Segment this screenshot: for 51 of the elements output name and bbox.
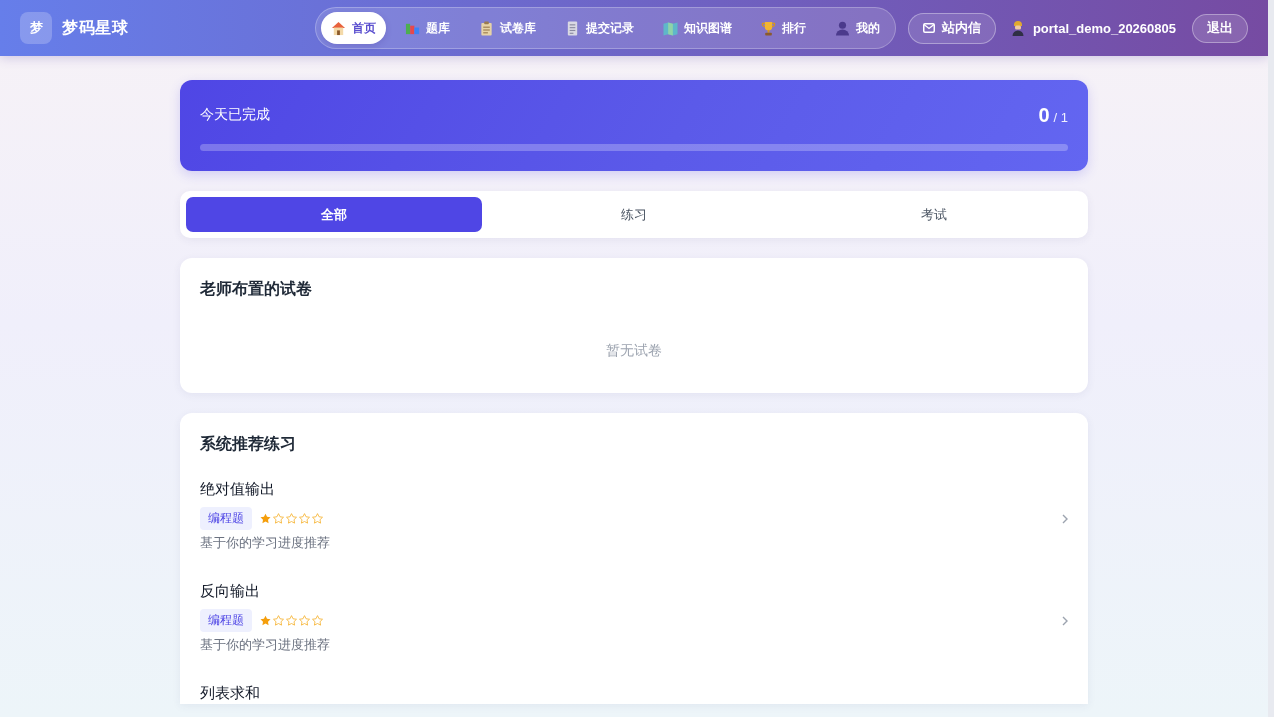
site-name[interactable]: 梦码星球 [62, 17, 128, 39]
recommendation-note: 基于你的学习进度推荐 [200, 636, 331, 654]
map-icon [662, 20, 678, 36]
nav-tab[interactable]: 提交记录 [554, 12, 644, 44]
star-outline-icon [299, 615, 310, 626]
person-icon [834, 20, 850, 36]
filter-tab[interactable]: 全部 [186, 197, 482, 232]
logout-button[interactable]: 退出 [1192, 13, 1248, 43]
type-tag: 编程题 [200, 507, 252, 530]
exercise-title: 绝对值输出 [200, 479, 276, 499]
nav-tab[interactable]: 我的 [824, 12, 890, 44]
star-filled-icon [260, 615, 271, 626]
house-icon [330, 20, 346, 36]
exercise-item[interactable]: 列表求和 [200, 668, 1068, 704]
star-outline-icon [286, 513, 297, 524]
logo-badge[interactable]: 梦 [20, 12, 52, 44]
exercise-title: 列表求和 [200, 683, 261, 703]
person-icon [1011, 20, 1024, 36]
completed-count: 0 [1038, 103, 1050, 127]
total-count: / 1 [1053, 109, 1068, 125]
messages-button[interactable]: 站内信 [907, 12, 996, 44]
chevron-icon [1062, 513, 1068, 524]
scrollbar-track[interactable] [1268, 0, 1274, 717]
nav-tab[interactable]: 试卷库 [468, 12, 546, 44]
trophy-icon [760, 20, 776, 36]
chevron-icon [1062, 615, 1068, 626]
empty-message: 暂无试卷 [605, 341, 663, 360]
star-filled-icon [260, 513, 271, 524]
star-outline-icon [312, 513, 323, 524]
star-outline-icon [286, 615, 297, 626]
nav-tab[interactable]: 排行 [750, 12, 816, 44]
star-outline-icon [312, 615, 323, 626]
star-outline-icon [273, 615, 284, 626]
filter-tab[interactable]: 考试 [786, 197, 1082, 232]
exercise-item[interactable]: 绝对值输出 编程题 基于你的学习进度推荐 [200, 464, 1068, 566]
star-outline-icon [299, 513, 310, 524]
section-title: 老师布置的试卷 [200, 279, 313, 299]
section-title: 系统推荐练习 [200, 434, 297, 454]
progress-label: 今天已完成 [200, 106, 270, 124]
nav-tab[interactable]: 知识图谱 [652, 12, 742, 44]
filter-tab[interactable]: 练习 [486, 197, 782, 232]
exercise-item[interactable]: 反向输出 编程题 基于你的学习进度推荐 [200, 566, 1068, 668]
clipboard-icon [478, 20, 494, 36]
exercise-title: 反向输出 [200, 581, 261, 601]
mail-icon [922, 23, 935, 33]
nav-tab[interactable]: 题库 [394, 12, 460, 44]
nav-tab[interactable]: 首页 [320, 12, 386, 44]
type-tag: 编程题 [200, 609, 252, 632]
recommendation-note: 基于你的学习进度推荐 [200, 534, 331, 552]
star-outline-icon [273, 513, 284, 524]
username[interactable]: portal_demo_20260805 [1032, 20, 1176, 36]
